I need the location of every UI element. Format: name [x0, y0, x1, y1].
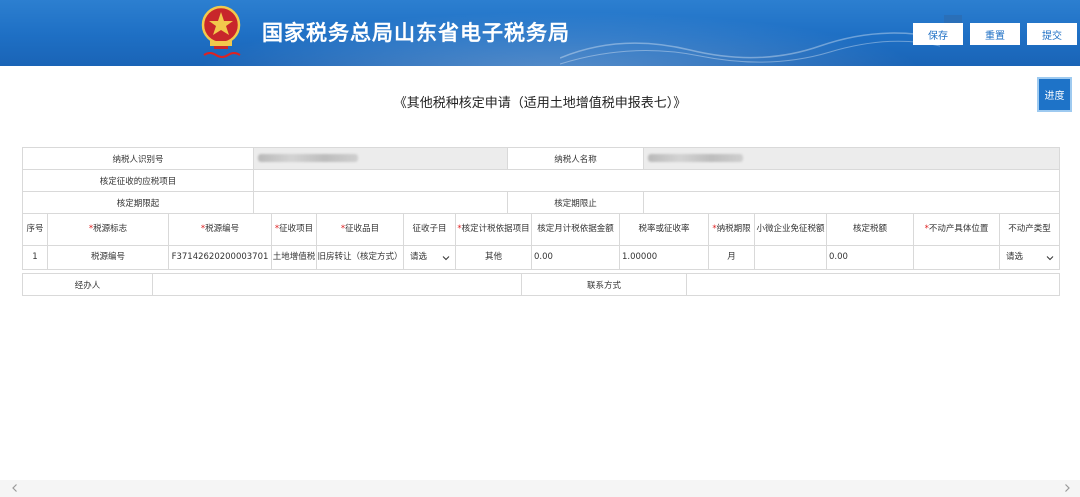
basis-item-cell: 其他 — [455, 245, 532, 270]
period-start-label: 核定期限起 — [22, 191, 254, 214]
period-end-field[interactable] — [643, 191, 1060, 214]
column-header-label: 核定月计税依据金额 — [537, 224, 614, 234]
period-end-label: 核定期限止 — [507, 191, 644, 214]
column-header: *税源编号 — [168, 213, 272, 246]
reset-button[interactable]: 重置 — [970, 23, 1020, 45]
column-header-label: 不动产类型 — [1008, 224, 1051, 234]
levy-item-cell: 土地增值税 — [271, 245, 317, 270]
handler-input[interactable] — [152, 273, 522, 296]
column-header: *征收项目 — [271, 213, 317, 246]
property-type-value: 请选 — [1006, 252, 1024, 262]
chevron-down-icon — [442, 255, 450, 260]
column-header-label: 征收项目 — [279, 224, 314, 234]
table-row: 1 税源编号 F37142620200003701 土地增值税 旧房转让（核定方… — [22, 245, 1060, 270]
property-type-select[interactable]: 请选 — [999, 245, 1060, 270]
page-title: 《其他税种核定申请（适用土地增值税申报表七）》 — [393, 96, 687, 111]
sme-exempt-cell — [754, 245, 827, 270]
progress-button[interactable]: 进度 — [1037, 77, 1072, 112]
column-header: 税率或征收率 — [619, 213, 709, 246]
column-header-label: 核定计税依据项目 — [461, 224, 530, 234]
taxpayer-name-value — [643, 147, 1060, 170]
column-header-label: 不动产具体位置 — [928, 224, 989, 234]
column-header-label: 序号 — [26, 224, 44, 234]
taxpayer-id-value — [253, 147, 508, 170]
banner-wave-decoration — [560, 32, 940, 65]
taxpayer-info-form: 纳税人识别号 纳税人名称 核定征收的应税项目 核定期限起 核定期限止 — [22, 147, 1060, 214]
site-title: 国家税务总局山东省电子税务局 — [262, 21, 570, 45]
column-header: *核定计税依据项目 — [455, 213, 532, 246]
column-header-label: 税源标志 — [93, 224, 128, 234]
scroll-left-icon[interactable] — [10, 483, 20, 493]
column-header-label: 税率或征收率 — [638, 224, 690, 234]
levy-category-cell: 旧房转让（核定方式） — [316, 245, 404, 270]
source-no-cell: F37142620200003701 — [168, 245, 272, 270]
contact-input[interactable] — [686, 273, 1060, 296]
column-header: 小微企业免征税额 — [754, 213, 827, 246]
period-cell: 月 — [708, 245, 755, 270]
taxpayer-name-label: 纳税人名称 — [507, 147, 644, 170]
column-header-label: 税源编号 — [205, 224, 240, 234]
column-header: *不动产具体位置 — [913, 213, 1000, 246]
column-header-label: 纳税期限 — [716, 224, 751, 234]
contact-label: 联系方式 — [521, 273, 687, 296]
column-header: *纳税期限 — [708, 213, 755, 246]
levy-subitem-select[interactable]: 请选 — [403, 245, 456, 270]
column-header: 序号 — [22, 213, 48, 246]
horizontal-scrollbar[interactable] — [0, 480, 1080, 497]
column-header: 核定月计税依据金额 — [531, 213, 620, 246]
handler-info-form: 经办人 联系方式 — [22, 273, 1060, 296]
column-header-label: 征收子目 — [412, 224, 447, 234]
taxpayer-id-label: 纳税人识别号 — [22, 147, 254, 170]
column-header: *征收品目 — [316, 213, 404, 246]
assessed-tax-cell: 0.00 — [826, 245, 914, 270]
row-index: 1 — [22, 245, 48, 270]
period-start-field[interactable] — [253, 191, 508, 214]
column-header-label: 小微企业免征税额 — [756, 224, 825, 234]
column-header: *税源标志 — [47, 213, 169, 246]
column-header-label: 征收品目 — [345, 224, 380, 234]
column-header: 不动产类型 — [999, 213, 1060, 246]
submit-button[interactable]: 提交 — [1027, 23, 1077, 45]
chevron-down-icon — [1046, 255, 1054, 260]
save-button[interactable]: 保存 — [913, 23, 963, 45]
column-header: 核定税额 — [826, 213, 914, 246]
levy-subitem-value: 请选 — [410, 252, 428, 262]
tax-rate-cell: 1.00000 — [619, 245, 709, 270]
source-flag-cell[interactable]: 税源编号 — [47, 245, 169, 270]
monthly-amount-input[interactable]: 0.00 — [531, 245, 620, 270]
save-indicator — [944, 15, 962, 23]
scroll-right-icon[interactable] — [1062, 483, 1072, 493]
tax-source-grid: 序号 *税源标志 *税源编号 *征收项目 *征收品目 征收子目 *核定计税依据项目 核定月计税… — [22, 213, 1060, 270]
column-header: 征收子目 — [403, 213, 456, 246]
tax-items-value[interactable] — [253, 169, 1060, 192]
property-location-input[interactable] — [913, 245, 1000, 270]
column-header-label: 核定税额 — [852, 224, 887, 234]
tax-items-label: 核定征收的应税项目 — [22, 169, 254, 192]
handler-label: 经办人 — [22, 273, 153, 296]
header-banner: 国家税务总局山东省电子税务局 保存 重置 提交 — [0, 0, 1080, 66]
tax-emblem-icon — [201, 5, 241, 58]
